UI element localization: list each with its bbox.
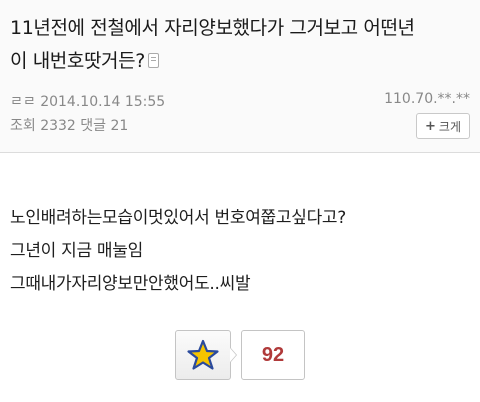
- attachment-icon: [147, 53, 159, 68]
- enlarge-button-label: 크게: [438, 119, 461, 134]
- post-stats: 조회 2332 댓글 21: [10, 118, 129, 134]
- post-title: 11년전에 전철에서 자리양보했다가 그거보고 어떤년 이 내번호땃거든?: [10, 12, 472, 78]
- post-header: 11년전에 전철에서 자리양보했다가 그거보고 어떤년 이 내번호땃거든? ㄹㄹ…: [0, 0, 480, 152]
- star-icon: [187, 339, 219, 370]
- enlarge-button[interactable]: + 크게: [416, 113, 470, 139]
- post-body-line-2: 그년이 지금 매눌임: [10, 241, 143, 261]
- post-ip: 110.70.**.**: [384, 91, 470, 107]
- post-title-line-1: 11년전에 전철에서 자리양보했다가 그거보고 어떤년: [10, 17, 415, 39]
- recommend-arrow-inner: [230, 348, 236, 362]
- post-body-line-3: 그때내가자리양보만안했어도..씨발: [10, 274, 251, 294]
- recommend-count: 92: [241, 330, 305, 380]
- post-body-line-1: 노인배려하는모습이멋있어서 번호여쭙고싶다고?: [10, 208, 346, 228]
- post-author-date: ㄹㄹ 2014.10.14 15:55: [10, 94, 166, 110]
- post-title-line-2: 이 내번호땃거든?: [10, 50, 145, 72]
- plus-icon: +: [425, 118, 436, 134]
- post-body: 노인배려하는모습이멋있어서 번호여쭙고싶다고? 그년이 지금 매눌임 그때내가자…: [10, 202, 472, 301]
- recommend-widget: 92: [175, 330, 305, 380]
- recommend-button[interactable]: [175, 330, 231, 380]
- header-divider: [0, 152, 480, 153]
